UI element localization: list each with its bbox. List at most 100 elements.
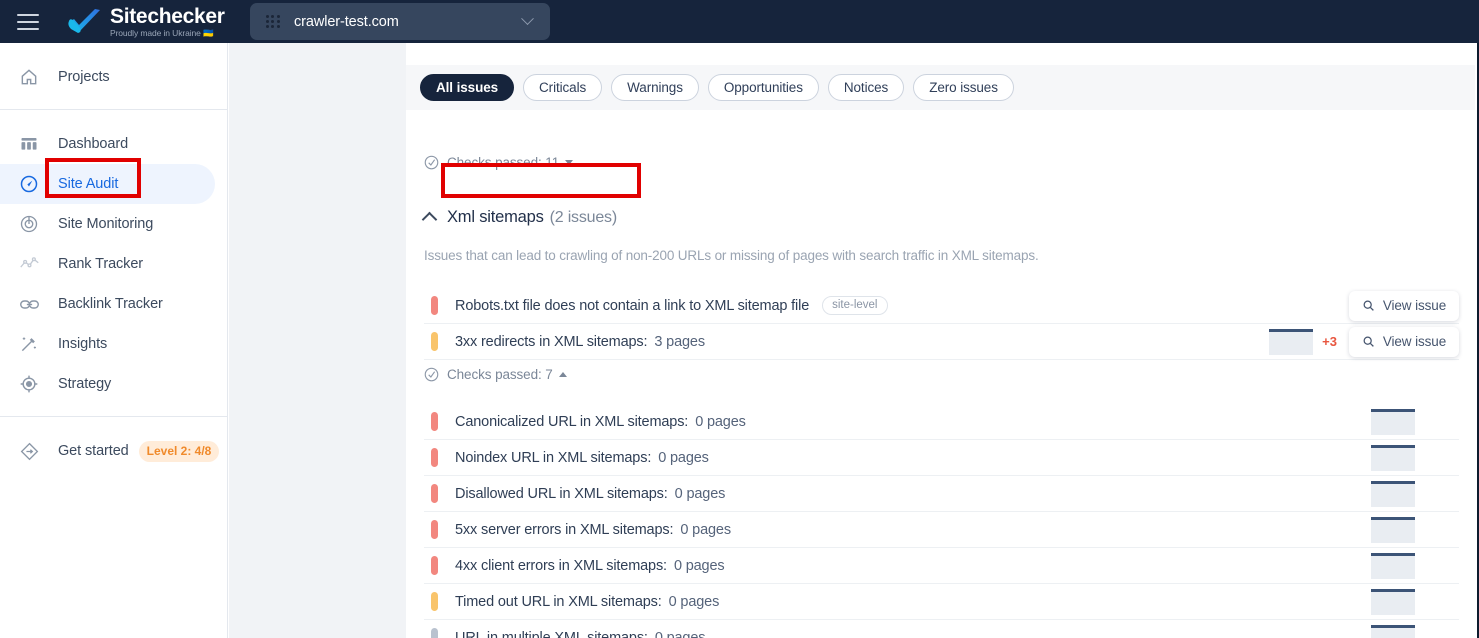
passed-check-row[interactable]: 5xx server errors in XML sitemaps: 0 pag… (424, 512, 1459, 548)
section-issue-count: (2 issues) (549, 208, 618, 226)
view-issue-label: View issue (1382, 298, 1447, 313)
magic-wand-icon (18, 333, 40, 355)
check-value: 0 pages (674, 485, 726, 502)
issue-metrics: +3 (1269, 328, 1337, 355)
sidebar-item-rank-tracker[interactable]: Rank Tracker (0, 244, 215, 284)
chevron-down-icon (521, 12, 534, 26)
project-selector[interactable]: crawler-test.com (250, 3, 550, 40)
issue-sparkline (1269, 328, 1314, 355)
sidebar-item-strategy[interactable]: Strategy (0, 364, 215, 404)
view-issue-label: View issue (1382, 334, 1447, 349)
link-icon (18, 293, 40, 315)
passed-check-row[interactable]: Disallowed URL in XML sitemaps: 0 pages (424, 476, 1459, 512)
magnifier-icon (1363, 300, 1374, 311)
filter-tab-criticals[interactable]: Criticals (523, 74, 603, 101)
section-header-xml-sitemaps[interactable]: Xml sitemaps (2 issues) (421, 208, 618, 228)
sidebar-item-backlink-tracker[interactable]: Backlink Tracker (0, 284, 215, 324)
check-sparkline (1371, 588, 1415, 615)
caret-down-icon (565, 160, 574, 165)
passed-check-row[interactable]: 4xx client errors in XML sitemaps: 0 pag… (424, 548, 1459, 584)
check-label: URL in multiple XML sitemaps: (455, 629, 648, 638)
caret-up-icon (558, 372, 567, 377)
view-issue-button[interactable]: View issue (1349, 326, 1459, 357)
sidebar-item-label: Rank Tracker (58, 256, 144, 272)
check-metrics (1371, 588, 1415, 615)
filter-tab-warnings[interactable]: Warnings (611, 74, 699, 101)
dashboard-grid-icon (18, 133, 40, 155)
check-label: Disallowed URL in XML sitemaps: (455, 485, 668, 502)
sidebar-item-label: Dashboard (58, 136, 129, 152)
checks-passed-toggle-mid[interactable]: Checks passed: 7 (424, 367, 567, 382)
severity-indicator-critical (431, 296, 438, 315)
app-logo[interactable]: Sitechecker Proudly made in Ukraine 🇺🇦 (67, 6, 225, 38)
severity-indicator (431, 520, 438, 539)
passed-check-row[interactable]: Timed out URL in XML sitemaps: 0 pages (424, 584, 1459, 620)
top-bar: Sitechecker Proudly made in Ukraine 🇺🇦 c… (0, 0, 1479, 43)
filter-tab-notices[interactable]: Notices (827, 74, 905, 101)
severity-indicator (431, 448, 438, 467)
sidebar-item-site-audit[interactable]: Site Audit (0, 164, 215, 204)
sidebar-item-site-monitoring[interactable]: Site Monitoring (0, 204, 215, 244)
check-metrics (1371, 444, 1415, 471)
check-sparkline (1371, 624, 1415, 638)
passed-check-row[interactable]: Noindex URL in XML sitemaps: 0 pages (424, 440, 1459, 476)
checks-passed-label: Checks passed: 11 (447, 155, 560, 170)
check-metrics (1371, 624, 1415, 638)
line-chart-icon (18, 253, 40, 275)
check-sparkline (1371, 552, 1415, 579)
issue-list: Robots.txt file does not contain a link … (424, 288, 1459, 360)
checks-passed-toggle-top[interactable]: Checks passed: 11 (424, 155, 574, 170)
secondary-panel (229, 43, 406, 638)
sidebar-item-insights[interactable]: Insights (0, 324, 215, 364)
issue-scope-tag: site-level (822, 296, 888, 315)
passed-check-row[interactable]: URL in multiple XML sitemaps: 0 pages (424, 620, 1459, 638)
check-metrics (1371, 408, 1415, 435)
check-value: 0 pages (673, 557, 725, 574)
filter-tab-opportunities[interactable]: Opportunities (707, 74, 819, 101)
issue-row[interactable]: 3xx redirects in XML sitemaps: 3 pages +… (424, 324, 1459, 360)
sidebar-item-get-started[interactable]: Get started Level 2: 4/8 (0, 431, 220, 471)
hamburger-menu-icon[interactable] (17, 13, 39, 30)
sidebar-item-label: Site Audit (58, 176, 119, 192)
check-metrics (1371, 480, 1415, 507)
sidebar-item-label: Site Monitoring (58, 216, 154, 232)
check-value: 0 pages (668, 593, 720, 610)
issue-row[interactable]: Robots.txt file does not contain a link … (424, 288, 1459, 324)
sidebar-divider-1 (0, 109, 227, 110)
issue-label: Robots.txt file does not contain a link … (455, 297, 810, 314)
check-value: 0 pages (680, 521, 731, 538)
filter-tab-all-issues[interactable]: All issues (420, 74, 515, 101)
passed-check-row[interactable]: Canonicalized URL in XML sitemaps: 0 pag… (424, 404, 1459, 440)
checkmark-logo-icon (68, 8, 100, 33)
issue-label: 3xx redirects in XML sitemaps: (455, 333, 648, 350)
logo-subtitle: Proudly made in Ukraine 🇺🇦 (110, 27, 214, 38)
severity-indicator (431, 556, 438, 575)
logo-title: Sitechecker (110, 4, 225, 28)
sidebar-item-label: Backlink Tracker (58, 296, 163, 312)
sidebar: Projects Dashboard Site Audit Site Monit… (0, 43, 228, 638)
sidebar-item-dashboard[interactable]: Dashboard (0, 124, 215, 164)
check-label: Canonicalized URL in XML sitemaps: (455, 413, 689, 430)
severity-indicator (431, 592, 438, 611)
severity-indicator (431, 484, 438, 503)
sidebar-item-label: Get started (58, 443, 129, 459)
chevron-up-icon (421, 211, 438, 228)
filter-tab-zero-issues[interactable]: Zero issues (913, 74, 1014, 101)
sidebar-item-label: Strategy (58, 376, 112, 392)
sidebar-item-projects[interactable]: Projects (0, 57, 215, 97)
check-value: 0 pages (654, 629, 706, 638)
sidebar-item-label: Projects (58, 69, 110, 85)
check-sparkline (1371, 408, 1415, 435)
check-value: 0 pages (695, 413, 746, 430)
check-circle-icon (424, 367, 439, 382)
magnifier-icon (1363, 336, 1374, 347)
check-label: 4xx client errors in XML sitemaps: (455, 557, 667, 574)
check-sparkline (1371, 480, 1415, 507)
check-value: 0 pages (658, 449, 709, 466)
issue-delta-badge: +3 (1322, 334, 1337, 349)
level-badge: Level 2: 4/8 (138, 440, 220, 462)
check-circle-icon (424, 155, 439, 170)
view-issue-button[interactable]: View issue (1349, 290, 1459, 321)
check-metrics (1371, 552, 1415, 579)
gauge-icon (18, 173, 40, 195)
